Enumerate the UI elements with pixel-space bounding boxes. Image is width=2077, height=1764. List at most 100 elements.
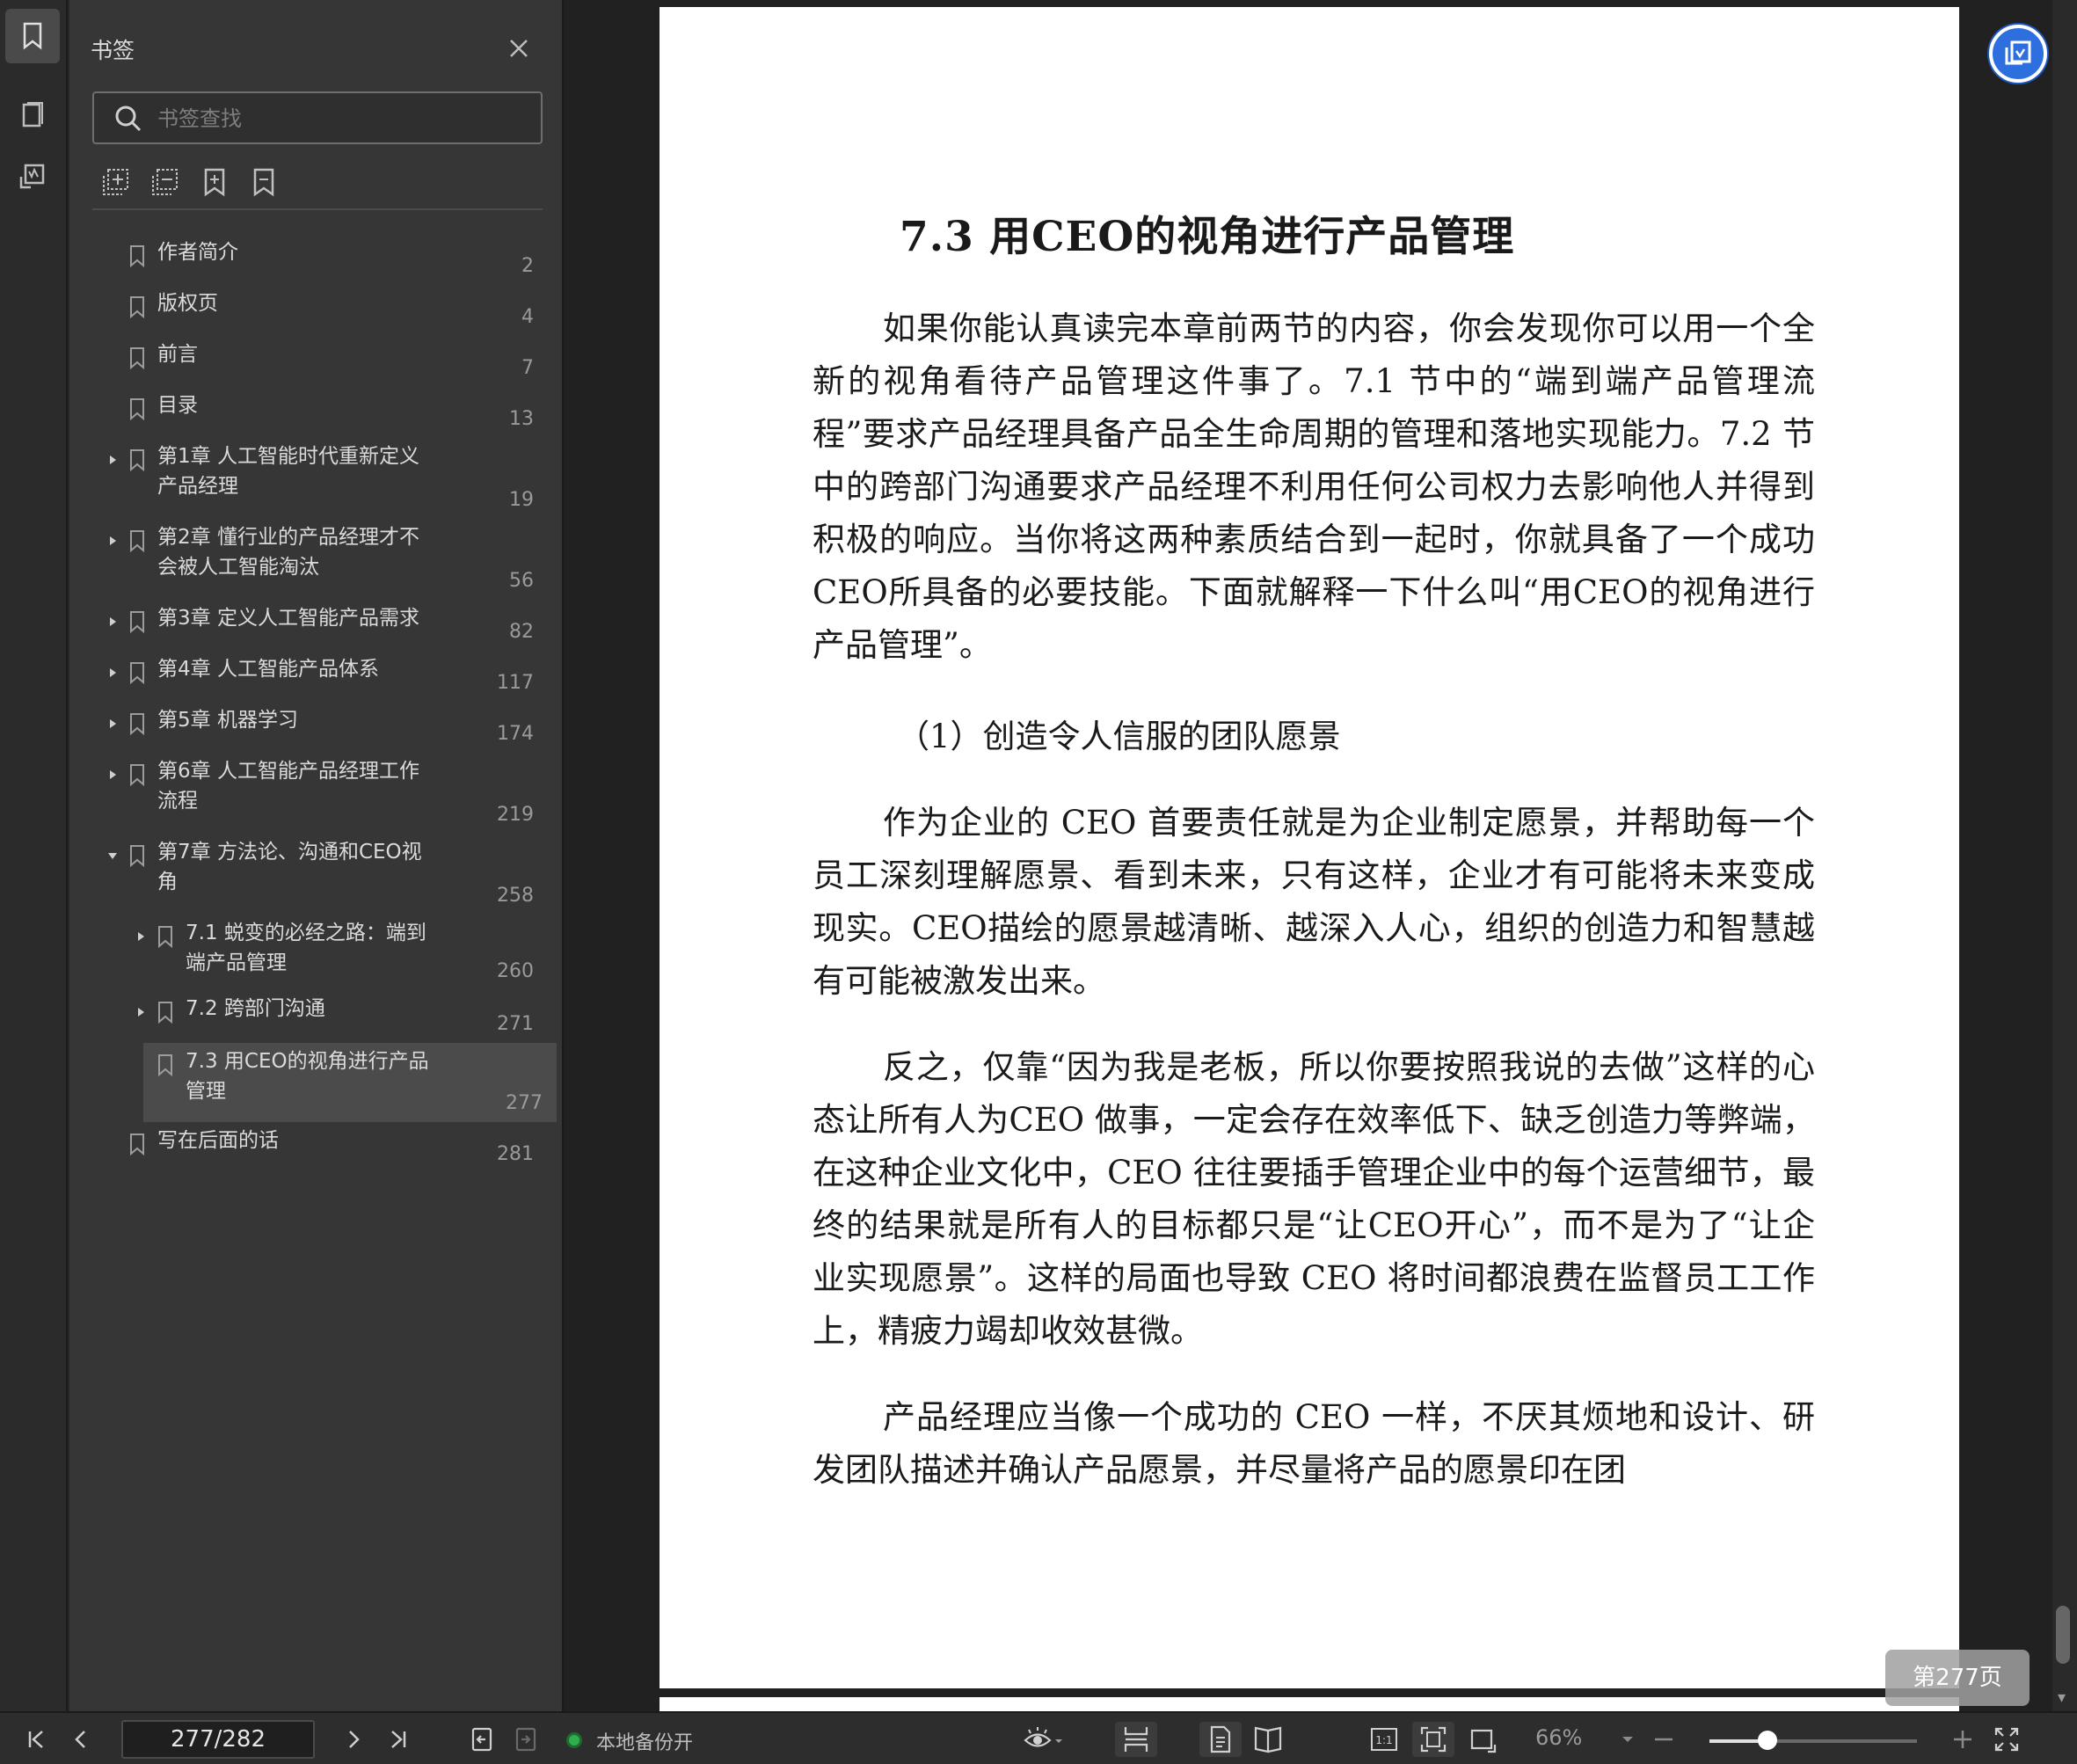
bookmark-item[interactable]: 目录 13 — [92, 387, 553, 438]
sub-heading: （1）创造令人信服的团队愿景 — [897, 718, 1341, 755]
prev-page-button[interactable] — [63, 1722, 98, 1757]
expand-arrow-icon[interactable] — [106, 718, 119, 730]
add-bookmark-icon — [204, 168, 225, 197]
zoom-out-button[interactable] — [1648, 1722, 1680, 1757]
bookmark-page-number: 174 — [497, 723, 534, 745]
bookmark-icon — [130, 449, 144, 471]
bookmark-label: 第3章 定义人工智能产品需求 — [157, 607, 419, 630]
bookmark-page-number: 219 — [497, 804, 534, 826]
history-back-button[interactable] — [464, 1722, 499, 1757]
expand-arrow-icon[interactable] — [106, 667, 119, 679]
remove-bookmark-button[interactable] — [249, 167, 279, 197]
expand-arrow-icon[interactable] — [106, 616, 119, 628]
zoom-slider-handle[interactable] — [1758, 1731, 1777, 1750]
rotate-button[interactable] — [1463, 1722, 1502, 1757]
bookmark-label: 写在后面的话 — [157, 1129, 279, 1152]
next-page-button[interactable] — [336, 1722, 371, 1757]
close-panel-button[interactable] — [504, 33, 534, 63]
bookmark-item[interactable]: 前言 7 — [92, 336, 553, 387]
history-forward-icon — [515, 1727, 536, 1752]
zoom-in-button[interactable] — [1947, 1722, 1979, 1757]
first-page-button[interactable] — [19, 1722, 55, 1757]
last-page-button[interactable] — [380, 1722, 415, 1757]
bookmark-item[interactable]: 第5章 机器学习 174 — [92, 702, 553, 753]
bookmark-tab-button[interactable] — [5, 9, 60, 63]
continuous-scroll-icon — [1124, 1727, 1148, 1752]
expand-arrow-icon[interactable] — [135, 930, 147, 943]
bookmark-icon — [130, 611, 144, 633]
thumbnail-tab-button[interactable] — [5, 88, 60, 142]
bookmark-label: 目录 — [157, 394, 198, 417]
bookmark-page-number: 281 — [497, 1143, 534, 1165]
expand-arrow-icon[interactable] — [106, 454, 119, 466]
scroll-down-arrow-icon[interactable]: ▾ — [2058, 1688, 2066, 1707]
single-page-button[interactable] — [1199, 1722, 1242, 1757]
add-bookmark-button[interactable] — [200, 167, 230, 197]
close-icon — [510, 40, 528, 57]
page-number-input[interactable] — [121, 1720, 315, 1759]
bookmark-label: 7.3 用CEO的视角进行产品 管理 — [186, 1050, 429, 1103]
bookmark-page-number: 258 — [497, 885, 534, 907]
bookmark-item[interactable]: 第6章 人工智能产品经理工作 流程 219 — [92, 753, 553, 834]
backup-status-label[interactable]: 本地备份开 — [596, 1727, 693, 1755]
annotation-tab-button[interactable] — [5, 149, 60, 204]
bookmark-page-number: 13 — [509, 408, 534, 430]
actual-size-button[interactable]: 1:1 — [1365, 1722, 1403, 1757]
bookmark-item[interactable]: 版权页 4 — [92, 285, 553, 336]
collapse-all-icon — [152, 169, 178, 195]
bookmark-item[interactable]: 第4章 人工智能产品体系 117 — [92, 651, 553, 702]
bookmark-item[interactable]: 作者简介 2 — [92, 234, 553, 285]
fit-page-button[interactable] — [1412, 1722, 1454, 1757]
two-page-button[interactable] — [1247, 1722, 1289, 1757]
bookmark-search-box[interactable] — [92, 91, 543, 144]
search-icon — [115, 106, 142, 132]
bookmark-search-input[interactable] — [157, 102, 527, 135]
zoom-out-icon — [1655, 1738, 1673, 1741]
history-forward-button[interactable] — [508, 1722, 543, 1757]
bookmark-item[interactable]: 第1章 人工智能时代重新定义 产品经理 19 — [92, 438, 553, 519]
zoom-level[interactable]: 66% — [1535, 1725, 1582, 1750]
bookmark-label: 第1章 人工智能时代重新定义 产品经理 — [157, 445, 419, 498]
bookmark-item[interactable]: 第3章 定义人工智能产品需求 82 — [92, 600, 553, 651]
actual-size-icon: 1:1 — [1371, 1728, 1397, 1751]
bookmark-item[interactable]: 写在后面的话 281 — [92, 1122, 553, 1173]
continuous-scroll-button[interactable] — [1115, 1722, 1157, 1757]
bookmark-label: 第7章 方法论、沟通和CEO视 角 — [157, 841, 422, 893]
expand-all-button[interactable] — [101, 167, 131, 197]
bookmark-panel: 书签 作者简介 2 版权页 4 前言 7 目录 13 第1章 人工智能时代重新定义 产品经理 19… — [69, 0, 562, 1711]
eye-care-button[interactable] — [1018, 1722, 1068, 1757]
bookmark-page-number: 260 — [497, 960, 534, 982]
expand-arrow-icon[interactable] — [135, 1006, 147, 1018]
section-heading: 7.3 用CEO的视角进行产品管理 — [900, 213, 1515, 261]
scrollbar-thumb[interactable] — [2056, 1606, 2070, 1664]
collapse-all-button[interactable] — [150, 167, 180, 197]
document-page: 7.3 用CEO的视角进行产品管理 如果你能认真读完本章前两节的内容，你会发现你… — [660, 7, 1959, 1688]
bookmark-page-number: 4 — [521, 306, 534, 328]
floating-convert-button[interactable] — [1989, 25, 2047, 83]
expand-arrow-icon[interactable] — [106, 769, 119, 781]
prev-page-icon — [75, 1731, 85, 1748]
bookmark-item[interactable]: 7.2 跨部门沟通 271 — [92, 990, 553, 1043]
collapse-arrow-icon[interactable] — [106, 849, 119, 862]
bookmark-icon — [130, 296, 144, 318]
bookmark-item[interactable]: 7.1 蜕变的必经之路：端到 端产品管理 260 — [92, 915, 553, 990]
bookmark-icon — [130, 347, 144, 369]
expand-arrow-icon[interactable] — [106, 535, 119, 547]
vertical-scrollbar[interactable] — [2052, 0, 2077, 1711]
bookmark-item[interactable]: 第7章 方法论、沟通和CEO视 角 258 — [92, 834, 553, 915]
bookmark-page-number: 82 — [509, 621, 534, 643]
remove-bookmark-icon — [253, 168, 274, 197]
bookmark-icon — [130, 845, 144, 867]
zoom-dropdown-button[interactable] — [1614, 1722, 1641, 1757]
bookmark-label: 前言 — [157, 343, 198, 366]
bookmark-item[interactable]: 7.3 用CEO的视角进行产品 管理 277 — [143, 1043, 557, 1122]
bookmark-label: 第5章 机器学习 — [157, 709, 298, 732]
fullscreen-button[interactable] — [1989, 1722, 2024, 1757]
bookmark-page-number: 7 — [521, 357, 534, 379]
last-page-icon — [391, 1731, 406, 1748]
backup-status-icon — [566, 1732, 582, 1748]
paragraph-2: 作为企业的 CEO 首要责任就是为企业制定愿景，并帮助每一个员工深刻理解愿景、看… — [813, 804, 1815, 1000]
bookmark-item[interactable]: 第2章 懂行业的产品经理才不 会被人工智能淘汰 56 — [92, 519, 553, 600]
chevron-down-icon — [1622, 1737, 1633, 1742]
bookmark-label: 7.2 跨部门沟通 — [186, 997, 325, 1020]
